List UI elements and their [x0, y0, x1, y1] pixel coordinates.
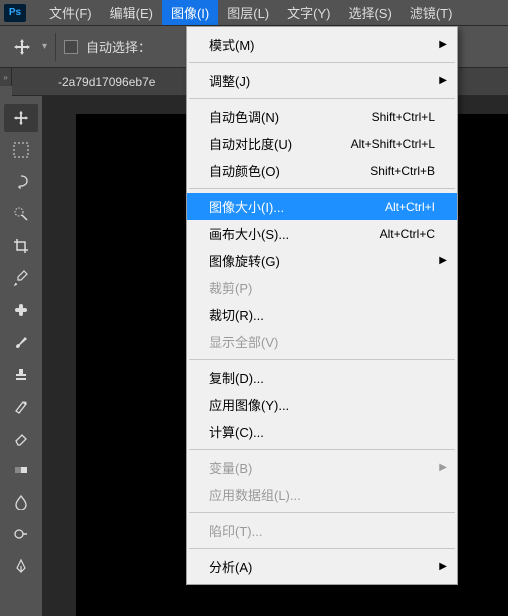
- submenu-arrow-icon: ▶: [439, 255, 447, 266]
- menu-edit[interactable]: 编辑(E): [101, 0, 162, 25]
- menu-auto-contrast[interactable]: 自动对比度(U)Alt+Shift+Ctrl+L: [187, 130, 457, 157]
- menu-filter[interactable]: 滤镜(T): [401, 0, 462, 25]
- submenu-arrow-icon: ▶: [439, 561, 447, 572]
- move-tool-icon: [10, 35, 34, 59]
- stamp-tool[interactable]: [4, 360, 38, 388]
- menu-auto-color[interactable]: 自动颜色(O)Shift+Ctrl+B: [187, 157, 457, 184]
- crop-tool[interactable]: [4, 232, 38, 260]
- panel-toggle[interactable]: »: [0, 68, 12, 86]
- move-tool[interactable]: [4, 104, 38, 132]
- menu-layer[interactable]: 图层(L): [218, 0, 278, 25]
- auto-select-checkbox[interactable]: [64, 40, 78, 54]
- dodge-tool[interactable]: [4, 520, 38, 548]
- menu-image-size[interactable]: 图像大小(I)...Alt+Ctrl+I: [187, 193, 457, 220]
- menu-adjustments[interactable]: 调整(J)▶: [187, 67, 457, 94]
- menu-duplicate[interactable]: 复制(D)...: [187, 364, 457, 391]
- separator: [189, 548, 455, 549]
- separator: [189, 98, 455, 99]
- separator: [189, 359, 455, 360]
- history-brush-tool[interactable]: [4, 392, 38, 420]
- menu-trap: 陷印(T)...: [187, 517, 457, 544]
- menubar: Ps 文件(F) 编辑(E) 图像(I) 图层(L) 文字(Y) 选择(S) 滤…: [0, 0, 508, 26]
- separator: [189, 449, 455, 450]
- menu-crop: 裁剪(P): [187, 274, 457, 301]
- menu-analysis[interactable]: 分析(A)▶: [187, 553, 457, 580]
- submenu-arrow-icon: ▶: [439, 462, 447, 473]
- menu-file[interactable]: 文件(F): [40, 0, 101, 25]
- quick-select-tool[interactable]: [4, 200, 38, 228]
- dropdown-indicator: ▾: [42, 41, 47, 52]
- lasso-tool[interactable]: [4, 168, 38, 196]
- separator: [189, 512, 455, 513]
- separator: [189, 188, 455, 189]
- menu-variables: 变量(B)▶: [187, 454, 457, 481]
- menu-select[interactable]: 选择(S): [339, 0, 400, 25]
- menu-image-rotation[interactable]: 图像旋转(G)▶: [187, 247, 457, 274]
- submenu-arrow-icon: ▶: [439, 75, 447, 86]
- menu-trim[interactable]: 裁切(R)...: [187, 301, 457, 328]
- menu-mode[interactable]: 模式(M)▶: [187, 31, 457, 58]
- eraser-tool[interactable]: [4, 424, 38, 452]
- menu-apply-dataset: 应用数据组(L)...: [187, 481, 457, 508]
- menu-auto-tone[interactable]: 自动色调(N)Shift+Ctrl+L: [187, 103, 457, 130]
- menu-image[interactable]: 图像(I): [162, 0, 218, 25]
- healing-brush-tool[interactable]: [4, 296, 38, 324]
- menu-canvas-size[interactable]: 画布大小(S)...Alt+Ctrl+C: [187, 220, 457, 247]
- submenu-arrow-icon: ▶: [439, 39, 447, 50]
- blur-tool[interactable]: [4, 488, 38, 516]
- menu-apply-image[interactable]: 应用图像(Y)...: [187, 391, 457, 418]
- separator: [189, 62, 455, 63]
- marquee-tool[interactable]: [4, 136, 38, 164]
- brush-tool[interactable]: [4, 328, 38, 356]
- gradient-tool[interactable]: [4, 456, 38, 484]
- menu-calculations[interactable]: 计算(C)...: [187, 418, 457, 445]
- menu-type[interactable]: 文字(Y): [278, 0, 339, 25]
- menu-reveal-all: 显示全部(V): [187, 328, 457, 355]
- image-menu-dropdown: 模式(M)▶ 调整(J)▶ 自动色调(N)Shift+Ctrl+L 自动对比度(…: [186, 26, 458, 585]
- eyedropper-tool[interactable]: [4, 264, 38, 292]
- auto-select-label: 自动选择：: [86, 37, 151, 56]
- app-logo: Ps: [4, 4, 26, 22]
- tool-panel: [0, 96, 42, 616]
- divider: [55, 33, 56, 61]
- document-tab[interactable]: -2a79d17096eb7e: [58, 75, 155, 89]
- pen-tool[interactable]: [4, 552, 38, 580]
